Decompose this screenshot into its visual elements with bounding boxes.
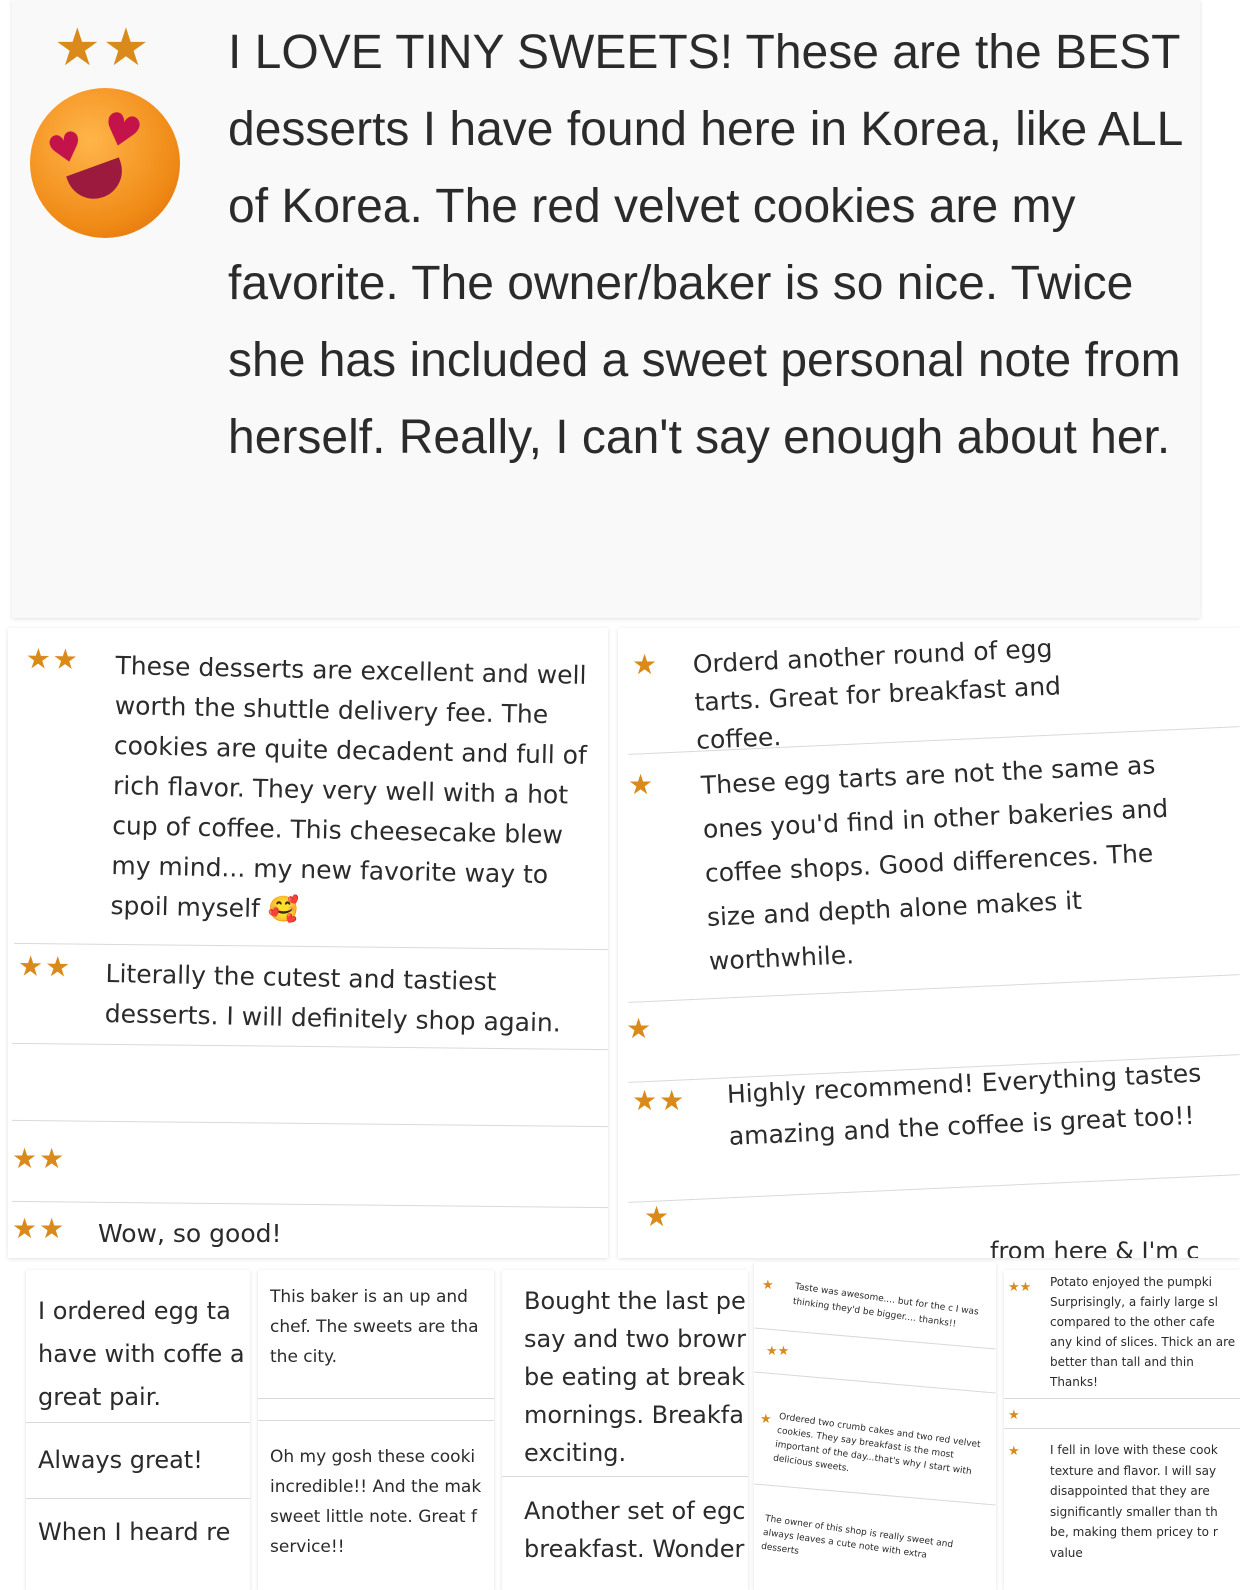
- divider: [26, 1422, 250, 1423]
- bottom-col5-card: ★★ Potato enjoyed the pumpki Surprisingl…: [1004, 1270, 1240, 1590]
- bottom-col4-card: ★ Taste was awesome.... but for the c I …: [754, 1262, 996, 1590]
- review-item: ★★: [12, 1142, 66, 1175]
- review-text: When I heard re: [38, 1518, 231, 1546]
- review-item: ★: [1008, 1404, 1020, 1423]
- star-rating-icon: ★: [1008, 1408, 1020, 1423]
- star-rating-icon: ★: [626, 1012, 652, 1045]
- divider: [12, 1042, 608, 1051]
- review-text: This baker is an up and chef. The sweets…: [270, 1287, 479, 1367]
- review-item: ★: [628, 768, 653, 801]
- review-text: Always great!: [38, 1446, 203, 1474]
- star-rating-icon: ★: [762, 1278, 774, 1293]
- review-item: ★★: [632, 1084, 686, 1117]
- divider: [258, 1398, 494, 1399]
- bottom-col1-card: I ordered egg ta have with coffe a great…: [26, 1270, 250, 1590]
- divider: [1004, 1428, 1240, 1429]
- divider: [1004, 1398, 1240, 1399]
- top-review-text: I LOVE TINY SWEETS! These are the BEST d…: [228, 26, 1182, 464]
- top-review-card: ★★ ♥ ♥ I LOVE TINY SWEETS! These are the…: [12, 0, 1200, 618]
- review-text: These egg tarts are not the same as ones…: [700, 750, 1169, 976]
- review-text: Potato enjoyed the pumpki Surprisingly, …: [1050, 1275, 1236, 1389]
- review-item: ★★: [25, 642, 80, 676]
- review-text: Another set of egc breakfast. Wonder: [524, 1497, 746, 1563]
- bottom-col3-card: Bought the last pe say and two browr be …: [502, 1270, 748, 1590]
- divider: [12, 1119, 608, 1128]
- star-rating-icon: ★★: [12, 1142, 67, 1175]
- review-item: ★: [626, 1012, 651, 1045]
- star-rating-icon: ★: [628, 768, 654, 801]
- divider: [258, 1420, 494, 1421]
- heart-eyes-emoji-icon: ♥ ♥: [30, 88, 180, 238]
- review-item: ★: [762, 1274, 774, 1293]
- review-item: ★★: [18, 949, 73, 983]
- bottom-col2-card: This baker is an up and chef. The sweets…: [258, 1270, 494, 1590]
- review-item: ★★: [1008, 1276, 1031, 1295]
- star-rating-icon: ★★: [632, 1084, 687, 1117]
- star-icon: ★★: [54, 18, 152, 78]
- review-item: ★: [644, 1200, 669, 1233]
- review-text: Highly recommend! Everything tastes amaz…: [726, 1058, 1202, 1151]
- star-rating-icon: ★: [760, 1412, 772, 1427]
- right-reviews-card: ★ Orderd another round of egg tarts. Gre…: [618, 628, 1240, 1258]
- star-rating-icon: ★★: [12, 1212, 67, 1245]
- star-rating-icon: ★★: [1008, 1280, 1032, 1295]
- star-rating-icon: ★: [1008, 1444, 1020, 1459]
- divider: [26, 1498, 250, 1499]
- review-text: Wow, so good!: [98, 1219, 282, 1248]
- star-rating-icon: ★: [644, 1200, 670, 1233]
- star-rating-icon: ★★: [25, 642, 81, 677]
- review-item: ★: [632, 648, 657, 681]
- review-text: Taste was awesome.... but for the c I wa…: [792, 1281, 980, 1330]
- review-text: The owner of this shop is really sweet a…: [760, 1513, 954, 1561]
- review-text: Bought the last pe say and two browr be …: [524, 1287, 746, 1467]
- review-text: I fell in love with these cook texture a…: [1050, 1443, 1218, 1560]
- divider: [12, 1200, 608, 1209]
- review-text: Literally the cutest and tastiest desser…: [104, 958, 562, 1038]
- star-rating-icon: ★★: [766, 1344, 790, 1359]
- left-reviews-card: ★★ These desserts are excellent and well…: [8, 628, 608, 1258]
- review-text: I ordered egg ta have with coffe a great…: [38, 1297, 245, 1411]
- review-text: from here & I'm c: [990, 1237, 1200, 1258]
- divider: [502, 1476, 748, 1477]
- divider: [14, 942, 608, 951]
- review-item: ★: [1008, 1440, 1020, 1459]
- divider: [754, 1371, 996, 1394]
- review-text: Oh my gosh these cooki incredible!! And …: [270, 1447, 482, 1557]
- review-item: ★: [760, 1408, 772, 1427]
- divider: [628, 1174, 1240, 1203]
- star-rating-icon: ★: [632, 648, 658, 681]
- review-item: ★★: [766, 1340, 789, 1359]
- review-item: ★★: [12, 1212, 66, 1245]
- review-text: These desserts are excellent and well wo…: [110, 650, 588, 924]
- top-review-stars: ★★: [54, 18, 151, 78]
- star-rating-icon: ★★: [17, 949, 73, 984]
- review-text: Ordered two crumb cakes and two red velv…: [772, 1411, 982, 1478]
